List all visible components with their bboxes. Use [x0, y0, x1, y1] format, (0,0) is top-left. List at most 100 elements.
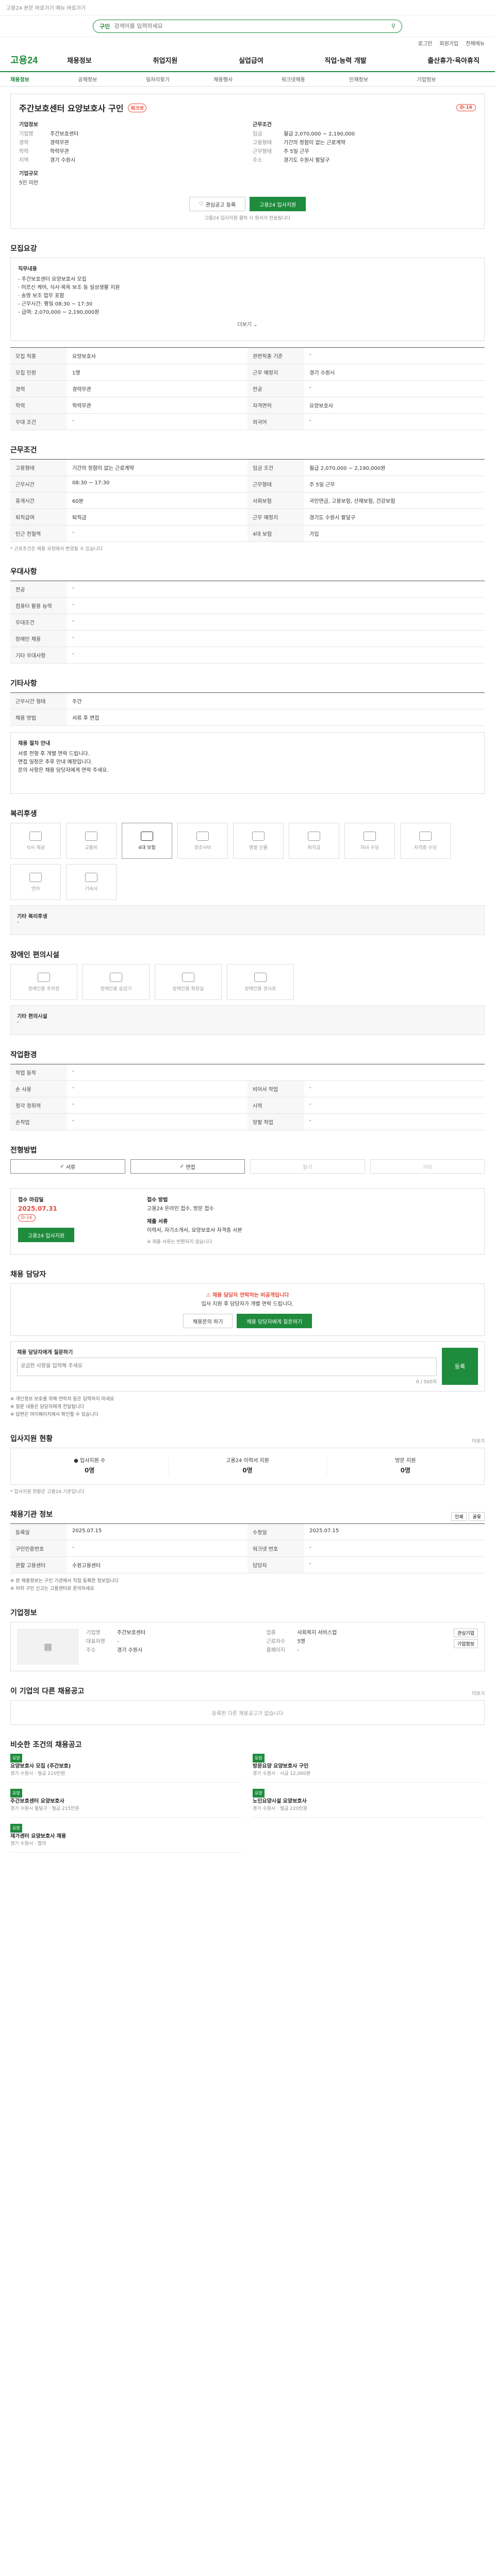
inquiry-label: 채용 담당자에게 질문하기: [17, 1350, 73, 1355]
kv-value: 기간의 정함이 없는 근로계약: [284, 140, 345, 146]
subnav-item[interactable]: 일자리찾기: [146, 75, 213, 83]
inquiry-button[interactable]: 채용문의 하기: [183, 1314, 233, 1328]
requirements-table: 모집 직종 요양보호사 관련직종 기준 - 모집 인원 1명 근무 예정지 경기 수원시 경…: [10, 347, 485, 430]
benefit-item: 자격증 수당: [400, 823, 451, 859]
table-row: 채용 방법 서류 후 면접: [10, 709, 485, 726]
benefit-item: 자녀 수당: [344, 823, 395, 859]
similar-grid: 요양 요양보호사 모집 (주간보호) 경기 수원시 · 월급 210만원 요양 방문요양…: [10, 1754, 485, 1853]
inquiry-submit-button[interactable]: 등록: [442, 1348, 478, 1385]
inquiry-textarea[interactable]: [17, 1358, 437, 1376]
save-job-button[interactable]: ♡ 관심공고 등록: [189, 197, 246, 211]
job-card-info: 경기 수원시 · 월급 210만원: [10, 1771, 65, 1776]
benefit-icon: [29, 872, 42, 882]
selection-step: ✓ 면접: [130, 1159, 245, 1174]
nav-item[interactable]: 출산휴가·육아휴직: [427, 55, 480, 65]
subnav-item[interactable]: 공채정보: [78, 75, 145, 83]
benefit-icon: [85, 872, 97, 882]
job-card[interactable]: 요양 노인요양시설 요양보호사 경기 수원시 · 월급 220만원: [253, 1789, 485, 1818]
subnav-item[interactable]: 인재정보: [349, 75, 417, 83]
benefit-label: 식사 제공: [26, 845, 45, 851]
top-notice: 고용24 본문 바로가기 메뉴 바로가기: [0, 0, 495, 15]
duty-line: - 근무시간: 평일 08:30 ~ 17:30: [18, 301, 93, 307]
table-row: 우대 조건 - 외국어 -: [10, 414, 485, 430]
process-line: 면접 일정은 추후 안내 예정입니다.: [18, 759, 93, 765]
selection-steps: ✓ 서류 ✓ 면접 필기 기타: [10, 1159, 485, 1174]
process-box: 채용 절차 안내 서류 전형 후 개별 연락 드립니다. 면접 일정은 추후 안…: [10, 732, 485, 794]
nav-item[interactable]: 실업급여: [239, 55, 263, 65]
facility-other: 기타 편의시설 -: [10, 1005, 485, 1035]
inquiry-form: 채용 담당자에게 질문하기 0 / 500자 등록: [10, 1341, 485, 1392]
stats-box: ● 입사지원 수 0명 고용24 이력서 지원 0명 방문 지원 0명: [10, 1448, 485, 1485]
table-row: 등록일 2025.07.15 수정일 2025.07.15: [10, 1524, 485, 1540]
job-tag: 요양: [10, 1824, 22, 1833]
section-title: 비슷한 조건의 채용공고: [10, 1741, 82, 1749]
method-label: 접수 방법: [147, 1197, 168, 1203]
facility-other-value: -: [17, 1020, 19, 1025]
search-icon[interactable]: ⚲: [391, 23, 395, 29]
nav-item[interactable]: 채용정보: [67, 55, 92, 65]
benefit-item: 기숙사: [66, 864, 117, 900]
job-title-row: 주간보호센터 요양보호사 구인 워크넷 D-16: [19, 101, 476, 114]
benefit-other: 기타 복리후생 -: [10, 905, 485, 935]
subnav-item[interactable]: 기업정보: [417, 75, 485, 83]
benefit-icon: [196, 831, 209, 841]
subnav-item[interactable]: 워크넷채용: [282, 75, 349, 83]
apply-button[interactable]: 고용24 입사지원: [250, 197, 306, 211]
util-login[interactable]: 로그인: [418, 39, 433, 47]
benefit-label: 경조사비: [194, 845, 211, 851]
benefit-other-label: 기타 복리후생: [17, 914, 47, 920]
benefit-label: 4대 보험: [138, 845, 156, 851]
util-signup[interactable]: 회원가입: [439, 39, 458, 47]
company-info-button[interactable]: 기업정보: [453, 1639, 478, 1648]
table-row: 고용형태 기간의 정함이 없는 근로계약 임금 조건 월급 2,070,000 ~ 2…: [10, 460, 485, 476]
company-logo-icon: ■: [17, 1629, 79, 1665]
section-title: 입사지원 현황: [10, 1435, 53, 1443]
table-row: 구인인증번호 - 워크넷 번호 -: [10, 1540, 485, 1557]
selection-step: 필기: [250, 1159, 365, 1174]
docs-value: 이력서, 자기소개서, 요양보호사 자격증 사본: [147, 1228, 242, 1233]
check-icon: ✓: [179, 1163, 186, 1170]
requirements-section: 모집요강 직무내용 - 주간보호센터 요양보호사 모집 · 어르신 케어, 식사…: [10, 243, 485, 430]
section-title: 복리후생: [10, 810, 37, 818]
job-tag: 요양: [253, 1754, 265, 1762]
job-card-title: 재가센터 요양보호사 채용: [10, 1834, 67, 1839]
job-card-info: 경기 수원시 팔달구 · 월급 215만원: [10, 1806, 79, 1811]
stats-more-link[interactable]: 더보기: [472, 1437, 485, 1444]
nav-item[interactable]: 취업지원: [153, 55, 177, 65]
job-card[interactable]: 요양 요양보호사 모집 (주간보호) 경기 수원시 · 월급 210만원: [10, 1754, 242, 1783]
benefit-icon: [141, 831, 153, 841]
logo[interactable]: 고용24: [10, 53, 67, 66]
docs-label: 제출 서류: [147, 1219, 168, 1225]
search-box[interactable]: 구인 ⚲: [93, 19, 402, 33]
subnav-item[interactable]: 채용정보: [10, 75, 78, 83]
duty-line: · 송영 보조 업무 포함: [18, 293, 64, 299]
table-row: 장애인 채용 -: [10, 631, 485, 647]
job-card[interactable]: 요양 방문요양 요양보호사 구인 경기 수원시 · 시급 12,000원: [253, 1754, 485, 1783]
apply-button-2[interactable]: 고용24 입사지원: [18, 1228, 75, 1242]
table-row: 손 사용 - 비어서 작업 -: [10, 1081, 485, 1097]
stat-item: 방문 지원 0명: [395, 1458, 416, 1474]
duty-line: · 어르신 케어, 식사·목욕 보조 등 일상생활 지원: [18, 285, 120, 291]
favorite-company-button[interactable]: 관심기업: [453, 1629, 478, 1637]
ask-manager-button[interactable]: 채용 담당자에게 질문하기: [237, 1314, 312, 1328]
nav-item[interactable]: 직업·능력 개발: [324, 55, 366, 65]
search-input[interactable]: [114, 23, 387, 29]
print-button[interactable]: 인쇄: [451, 1512, 467, 1521]
table-row: 근무시간 08:30 ~ 17:30 근무형태 주 5일 근무: [10, 476, 485, 493]
table-row: 인근 전철역 -4대 보험 가입: [10, 526, 485, 542]
more-button[interactable]: 더보기 ⌄: [18, 317, 477, 333]
subnav-item[interactable]: 채용행사: [213, 75, 281, 83]
share-button[interactable]: 공유: [469, 1512, 485, 1521]
job-card[interactable]: 요양 주간보호센터 요양보호사 경기 수원시 팔달구 · 월급 215만원: [10, 1789, 242, 1818]
util-menu[interactable]: 전체메뉴: [466, 39, 485, 47]
section-title: 전형방법: [10, 1146, 37, 1155]
company-box: ■ 기업명 주간보호센터 업종 사회복지 서비스업 대표자명 - 근로자수 5명 주소 경기 …: [10, 1622, 485, 1671]
table-row: 컴퓨터 활용 능력 -: [10, 598, 485, 614]
duty-label: 직무내용: [18, 266, 37, 272]
dday-badge: D-16: [456, 104, 476, 111]
benefit-item: 식사 제공: [10, 823, 61, 859]
sub-nav: 채용정보 공채정보 일자리찾기 채용행사 워크넷채용 인재정보 기업정보: [0, 72, 495, 87]
job-card[interactable]: 요양 재가센터 요양보호사 채용 경기 수원시 · 협의: [10, 1824, 242, 1853]
duty-line: - 주간보호센터 요양보호사 모집: [18, 277, 87, 282]
others-more-link[interactable]: 더보기: [472, 1690, 485, 1697]
